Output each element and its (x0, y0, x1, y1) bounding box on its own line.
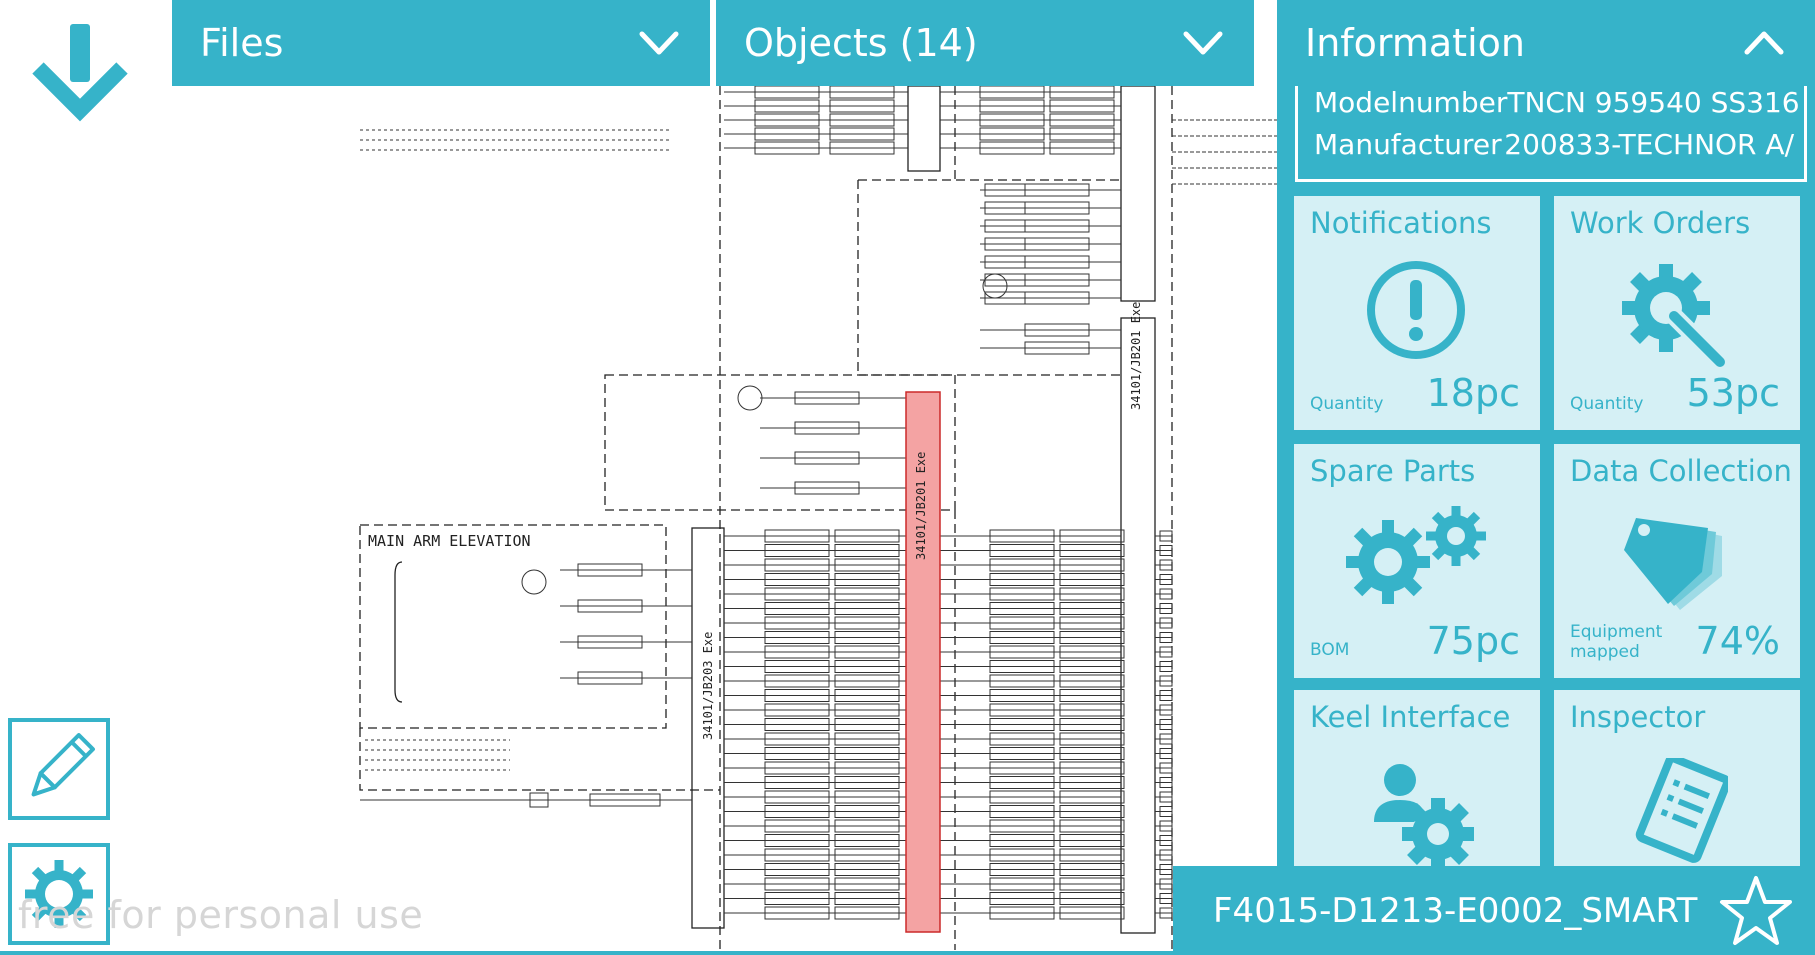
inspector-tile[interactable]: Inspector (1554, 690, 1800, 870)
person-gear-icon (1374, 764, 1474, 870)
data-collection-value: 74% (1695, 619, 1780, 663)
model-number-value: TNCN 959540 SS316 (1507, 86, 1800, 119)
work-orders-title: Work Orders (1570, 206, 1751, 240)
notifications-title: Notifications (1310, 206, 1492, 240)
spare-parts-bom-value: 75pc (1426, 619, 1520, 663)
junction-label-2: 34101/JB201 Exe (1129, 302, 1143, 410)
document-bar[interactable]: F4015-D1213-E0002_SMART (1173, 866, 1815, 955)
files-dropdown[interactable]: Files (172, 0, 710, 86)
manufacturer-label: Manufacturer (1314, 128, 1502, 161)
data-collection-mapped-label: mapped (1570, 642, 1640, 662)
edit-button[interactable] (8, 718, 110, 820)
spare-parts-title: Spare Parts (1310, 454, 1476, 488)
clipboard-icon (1635, 758, 1728, 863)
gears-icon (1346, 506, 1486, 604)
work-orders-quantity-label: Quantity (1570, 394, 1644, 414)
notifications-quantity-label: Quantity (1310, 394, 1384, 414)
information-header[interactable]: Information (1277, 0, 1815, 86)
inspector-title: Inspector (1570, 700, 1706, 734)
manufacturer-row: Manufacturer 200833-TECHNOR A/ (1314, 128, 1794, 168)
chevron-up-icon (1744, 31, 1784, 55)
gear-wrench-icon (1622, 264, 1729, 371)
spare-parts-tile[interactable]: Spare Parts BOM 75pc (1294, 444, 1540, 678)
section-title: MAIN ARM ELEVATION (368, 532, 531, 550)
data-collection-tile[interactable]: Data Collection Equipment mapped 74% (1554, 444, 1800, 678)
bottom-border (0, 951, 1815, 955)
keel-interface-tile[interactable]: Keel Interface (1294, 690, 1540, 870)
work-orders-tile[interactable]: Work Orders Quantity 53pc (1554, 196, 1800, 430)
model-number-label: Modelnumber (1314, 86, 1508, 119)
data-collection-equipment-label: Equipment (1570, 622, 1663, 642)
star-icon[interactable] (1719, 874, 1793, 948)
objects-dropdown[interactable]: Objects (14) (716, 0, 1254, 86)
files-label: Files (200, 21, 284, 65)
chevron-down-icon (1183, 31, 1223, 55)
data-collection-title: Data Collection (1570, 454, 1792, 488)
alert-circle-icon (1367, 261, 1465, 359)
tags-icon (1624, 518, 1722, 610)
manufacturer-value: 200833-TECHNOR A/ (1504, 128, 1794, 161)
pencil-icon (31, 733, 95, 797)
watermark-text: free for personal use (18, 893, 424, 937)
notifications-quantity-value: 18pc (1426, 371, 1520, 415)
keel-interface-title: Keel Interface (1310, 700, 1511, 734)
chevron-down-icon (639, 31, 679, 55)
spare-parts-bom-label: BOM (1310, 640, 1350, 660)
document-name: F4015-D1213-E0002_SMART (1213, 890, 1698, 931)
notifications-tile[interactable]: Notifications Quantity 18pc (1294, 196, 1540, 430)
highlighted-box-label: 34101/JB201 Exe (914, 452, 928, 560)
download-icon[interactable] (28, 18, 132, 122)
model-number-row: Modelnumber TNCN 959540 SS316 (1314, 86, 1800, 126)
equipment-info-box: Modelnumber TNCN 959540 SS316 Manufactur… (1295, 86, 1807, 182)
objects-label: Objects (14) (744, 21, 978, 65)
information-label: Information (1305, 21, 1525, 65)
work-orders-quantity-value: 53pc (1686, 371, 1780, 415)
junction-label: 34101/JB203 Exe (701, 632, 715, 740)
